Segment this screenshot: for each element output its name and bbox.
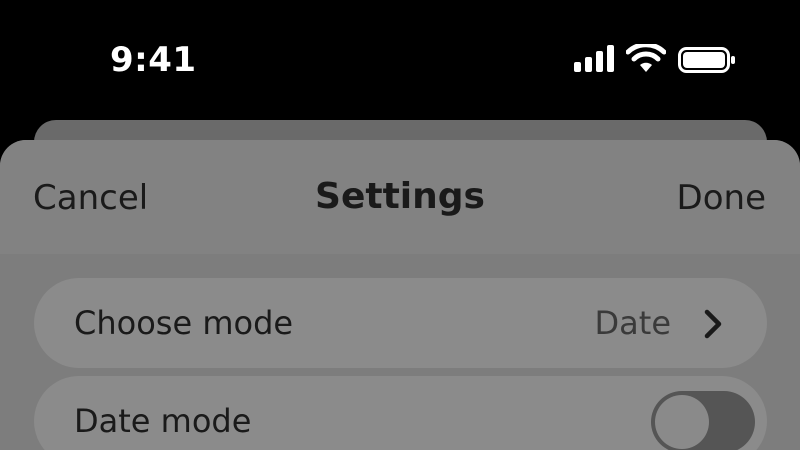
done-button[interactable]: Done [677,178,766,218]
status-bar: 9:41 [0,0,800,120]
status-time: 9:41 [110,40,197,80]
choose-mode-value: Date [594,304,671,342]
wifi-icon [625,42,667,74]
date-mode-row: Date mode [34,376,767,450]
chevron-right-icon [703,308,723,340]
battery-icon [678,47,736,73]
toggle-knob [655,395,709,449]
sheet-header: Cancel Settings Done [0,140,800,254]
date-mode-label: Date mode [74,402,252,440]
choose-mode-label: Choose mode [74,304,294,342]
cellular-signal-icon [572,44,616,74]
date-mode-toggle[interactable] [651,391,755,450]
settings-sheet: Cancel Settings Done Choose mode Date Da… [0,140,800,450]
choose-mode-row[interactable]: Choose mode Date [34,278,767,368]
